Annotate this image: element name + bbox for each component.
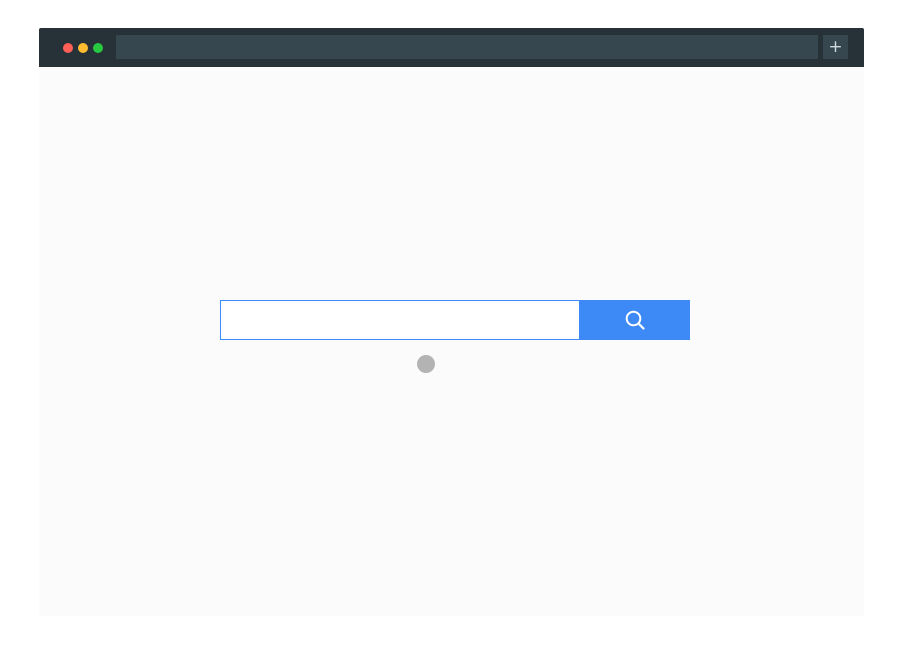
minimize-window-button[interactable] xyxy=(78,43,88,53)
page-content xyxy=(39,67,864,616)
close-window-button[interactable] xyxy=(63,43,73,53)
address-bar[interactable] xyxy=(116,35,818,59)
search-input[interactable] xyxy=(220,300,579,340)
title-bar: + xyxy=(39,28,864,67)
search-button[interactable] xyxy=(579,300,690,340)
new-tab-button[interactable]: + xyxy=(823,35,848,59)
mouse-pointer-indicator xyxy=(417,355,435,373)
browser-window: + xyxy=(39,28,864,616)
search-icon xyxy=(625,310,645,330)
maximize-window-button[interactable] xyxy=(93,43,103,53)
